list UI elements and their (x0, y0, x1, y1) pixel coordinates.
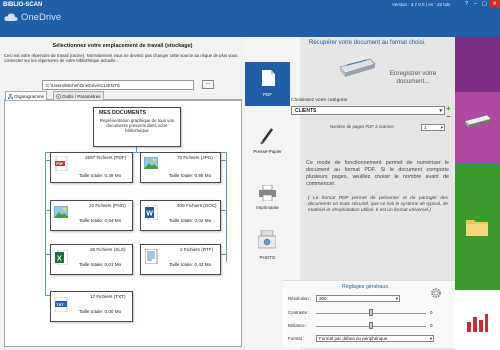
brand-label: OneDrive (21, 12, 62, 23)
svg-text:TXT: TXT (56, 302, 64, 307)
brightness-label: Brillance : (288, 323, 308, 328)
chevron-down-icon: ▾ (439, 108, 442, 114)
contrast-slider-thumb[interactable] (369, 309, 373, 316)
tools-icon (56, 94, 61, 99)
browse-button[interactable]: ... (202, 80, 214, 89)
file-count: 2 Fichiers (RTF) (180, 247, 214, 252)
onedrive-cloud-icon (4, 13, 18, 21)
file-total-size: Taille totale: 0,86 Mo (169, 173, 212, 178)
page-count-value: 1 (424, 125, 427, 130)
nav-imprimante[interactable]: Imprimante (245, 178, 290, 222)
file-count: 22 Fichiers (PNG) (89, 203, 126, 208)
tab-organigramme[interactable]: Organigramme (5, 91, 48, 100)
tab-label: Outils / Paramètres (62, 94, 101, 99)
clipboard-icon (260, 128, 274, 145)
root-node-description: Représentation graphique de tous vos doc… (99, 118, 175, 133)
brightness-slider-thumb[interactable] (369, 322, 373, 329)
tree-connector (221, 160, 226, 161)
rtf-file-icon (145, 249, 158, 264)
resolution-select[interactable]: 300 ▾ (316, 295, 400, 302)
file-total-size: Taille totale: 0,01 Mo (79, 262, 122, 267)
format-value: Format par défaut du périphérique (319, 336, 388, 341)
root-node-title: MES DOCUMENTS (99, 110, 147, 116)
printer-icon (259, 185, 276, 201)
nav-label: PDF (263, 92, 272, 97)
strip-tile-top[interactable] (455, 37, 500, 92)
file-count: 29 Fichiers (XLS) (90, 247, 126, 252)
storage-path-field[interactable]: C:\Users\Michel\OneDrive\CLIENTS (42, 80, 194, 90)
category-value: CLIENTS (295, 108, 317, 114)
folder-icon (466, 220, 488, 236)
close-button[interactable]: ✕ (489, 0, 500, 8)
nav-label: Imprimante (256, 205, 279, 210)
tree-connector (221, 210, 226, 211)
storage-description: Ceci est votre répertoire de travail (ra… (4, 53, 238, 64)
svg-text:W: W (146, 211, 153, 218)
tree-connector (226, 152, 227, 262)
file-total-size: Taille totale: 0,00 Mo (79, 309, 122, 314)
remove-category-button[interactable]: − (446, 112, 451, 121)
file-count: 17 Fichiers (TXT) (90, 294, 126, 299)
page-count-select[interactable]: 1 ▾ (421, 124, 445, 131)
png-image-icon (54, 206, 68, 218)
strip-tile-stats[interactable] (455, 290, 500, 350)
chevron-down-icon: ▾ (395, 296, 398, 301)
pdf-mode-description: Ce mode de fonctionnement permet de numé… (306, 160, 449, 187)
nav-photo[interactable]: PHOTO (245, 225, 290, 269)
nav-label: Presse-Papier (253, 149, 282, 154)
svg-text:X: X (57, 256, 62, 263)
pdf-icon (262, 70, 275, 86)
tab-outils-parametres[interactable]: Outils / Paramètres (53, 91, 104, 100)
contrast-value: 0 (430, 310, 433, 315)
maximize-button[interactable]: ▢ (480, 0, 489, 8)
strip-tile-scanner[interactable] (455, 92, 500, 164)
chevron-down-icon: ▾ (440, 125, 443, 130)
word-doc-icon: W (145, 205, 158, 220)
page-count-label: Nombre de pages PDF à scanner (330, 124, 395, 129)
nav-label: PHOTO (259, 255, 276, 260)
photo-icon (258, 230, 276, 249)
excel-xls-icon: X (55, 250, 68, 265)
scanner-icon (464, 114, 492, 128)
file-count: 409 Fichiers (DOC) (177, 203, 217, 208)
help-button[interactable]: ? (462, 0, 471, 8)
file-count: 72 Fichiers (JPG) (177, 155, 213, 160)
jpg-image-icon (144, 157, 158, 169)
tree-connector (221, 254, 226, 255)
file-count: 2657 Fichiers (PDF) (85, 155, 127, 160)
svg-text:PDF: PDF (56, 162, 64, 166)
gear-icon[interactable] (430, 287, 442, 299)
tree-connector (45, 152, 46, 295)
file-total-size: Taille totale: 0,42 Mo (169, 262, 212, 267)
contrast-label: Contraste : (288, 310, 310, 315)
resolution-label: Résolution : (288, 296, 312, 301)
brightness-value: 0 (430, 323, 433, 328)
resolution-value: 300 (319, 296, 327, 301)
save-document-title: Enregistrer votre document... (389, 70, 437, 85)
nav-pdf[interactable]: PDF (245, 62, 290, 106)
txt-file-icon: TXT (55, 297, 68, 312)
strip-tile-folder[interactable] (455, 164, 500, 290)
category-label: Choisissez votre catégorie (291, 98, 348, 103)
tab-label: Organigramme (14, 94, 45, 99)
category-select[interactable]: CLIENTS ▾ (291, 106, 445, 115)
organigram-icon (8, 94, 13, 99)
export-header: Récupérer votre document au format chois… (309, 40, 426, 46)
file-total-size: Taille totale: 0,54 Mo (79, 218, 122, 223)
format-select[interactable]: Format par défaut du périphérique ▾ (316, 335, 434, 342)
stats-chart-icon (467, 314, 488, 332)
pdf-format-note: ( Le format PDF permet de présenter et d… (308, 196, 448, 213)
scanner-icon (339, 58, 376, 77)
settings-title: Réglages généraux. (342, 284, 390, 290)
file-total-size: Taille totale: 0,49 Mo (79, 173, 122, 178)
app-title: BIBLIO-SCAN (3, 2, 43, 8)
nav-presse-papier[interactable]: Presse-Papier (245, 121, 290, 165)
version-label: Version : 3.7.0.0 | en : 32 bits (392, 2, 451, 7)
format-label: Format : (288, 336, 305, 341)
pdf-file-icon: PDF (55, 156, 68, 171)
minimize-button[interactable]: – (471, 0, 480, 8)
chevron-down-icon: ▾ (429, 336, 432, 341)
file-total-size: Taille totale: 0,02 Mo (169, 218, 212, 223)
storage-panel-title: Sélectionnez votre emplacement de travai… (52, 43, 193, 49)
